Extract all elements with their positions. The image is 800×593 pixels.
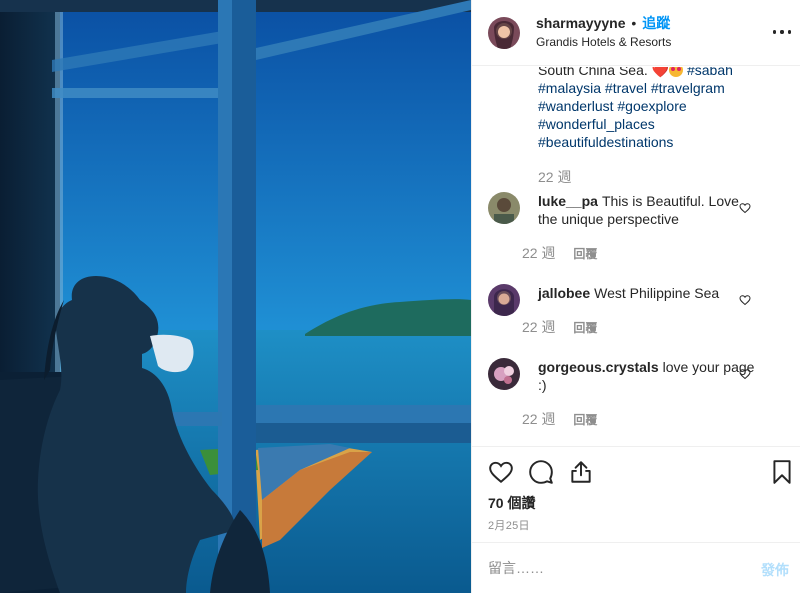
more-options-icon[interactable] xyxy=(773,22,791,42)
commenter-avatar[interactable] xyxy=(488,358,520,390)
heart-eyes-emoji-icon xyxy=(669,67,684,77)
add-comment-bar: 發佈 xyxy=(472,542,800,593)
instagram-post: sharmayyyne • 追蹤 Grandis Hotels & Resort… xyxy=(0,0,800,593)
post-caption: South China Sea. ❤️ #sabah #malaysia #tr… xyxy=(538,67,778,151)
comment-meta: 22 週 回覆 xyxy=(522,409,597,429)
author-username[interactable]: sharmayyyne xyxy=(536,15,626,31)
separator-dot: • xyxy=(631,14,637,31)
header-text: sharmayyyne • 追蹤 Grandis Hotels & Resort… xyxy=(536,15,671,51)
avatar-photo-icon xyxy=(488,358,520,390)
post-image-window-view xyxy=(0,0,471,593)
post-photo[interactable] xyxy=(0,0,471,593)
bookmark-icon xyxy=(773,460,791,484)
comment-icon[interactable] xyxy=(528,459,554,485)
caption-hashtags[interactable]: #sabah #malaysia #travel #travelgram #wa… xyxy=(538,67,733,150)
post-actions: 70 個讚 2月25日 xyxy=(472,446,800,541)
heart-outline-icon xyxy=(739,295,751,306)
comment-timestamp[interactable]: 22 週 xyxy=(522,319,555,335)
heart-emoji-icon: ❤️ xyxy=(651,67,670,78)
more-dot xyxy=(780,30,784,34)
reply-button[interactable]: 回覆 xyxy=(573,247,597,261)
comment-input[interactable] xyxy=(488,557,738,579)
speech-bubble-icon xyxy=(529,460,553,484)
comments-list[interactable]: South China Sea. ❤️ #sabah #malaysia #tr… xyxy=(472,67,800,445)
commenter-avatar[interactable] xyxy=(488,192,520,224)
comment-like-heart-icon[interactable] xyxy=(739,201,751,214)
comment-text: West Philippine Sea xyxy=(594,285,720,301)
heart-outline-icon xyxy=(739,203,751,214)
share-icon[interactable] xyxy=(568,459,594,485)
commenter-username[interactable]: jallobee xyxy=(538,285,590,301)
comment-body: luke__pa This is Beautiful. Love the uniq… xyxy=(538,192,756,228)
commenter-avatar[interactable] xyxy=(488,284,520,316)
comment-like-heart-icon[interactable] xyxy=(739,367,751,380)
commenter-username[interactable]: luke__pa xyxy=(538,193,598,209)
post-comment-button[interactable]: 發佈 xyxy=(761,560,789,580)
author-avatar[interactable] xyxy=(488,16,520,49)
more-dot xyxy=(787,30,791,34)
comment-body: jallobee West Philippine Sea xyxy=(538,284,756,302)
more-dot xyxy=(773,30,777,34)
like-heart-icon[interactable] xyxy=(488,459,514,485)
save-bookmark-icon[interactable] xyxy=(769,459,795,485)
comment-like-heart-icon[interactable] xyxy=(739,293,751,306)
follow-button[interactable]: 追蹤 xyxy=(642,15,670,31)
caption-timestamp[interactable]: 22 週 xyxy=(538,167,571,187)
comment-body: gorgeous.crystals love your page :) xyxy=(538,358,756,394)
avatar-photo-icon xyxy=(488,284,520,316)
comment-timestamp[interactable]: 22 週 xyxy=(522,411,555,427)
caption-text: South China Sea. xyxy=(538,67,652,78)
post-location[interactable]: Grandis Hotels & Resorts xyxy=(536,34,671,51)
comment-timestamp[interactable]: 22 週 xyxy=(522,245,555,261)
reply-button[interactable]: 回覆 xyxy=(573,321,597,335)
post-sidebar: sharmayyyne • 追蹤 Grandis Hotels & Resort… xyxy=(471,0,800,593)
likes-count[interactable]: 70 個讚 xyxy=(488,493,535,513)
heart-outline-icon xyxy=(739,369,751,380)
heart-icon xyxy=(489,461,513,484)
share-upload-icon xyxy=(571,461,591,483)
profile-photo-icon xyxy=(488,16,520,49)
avatar-photo-icon xyxy=(488,192,520,224)
comment-meta: 22 週 回覆 xyxy=(522,317,597,337)
commenter-username[interactable]: gorgeous.crystals xyxy=(538,359,659,375)
comment-meta: 22 週 回覆 xyxy=(522,243,597,263)
reply-button[interactable]: 回覆 xyxy=(573,413,597,427)
post-date[interactable]: 2月25日 xyxy=(488,517,530,533)
post-header: sharmayyyne • 追蹤 Grandis Hotels & Resort… xyxy=(472,0,800,66)
